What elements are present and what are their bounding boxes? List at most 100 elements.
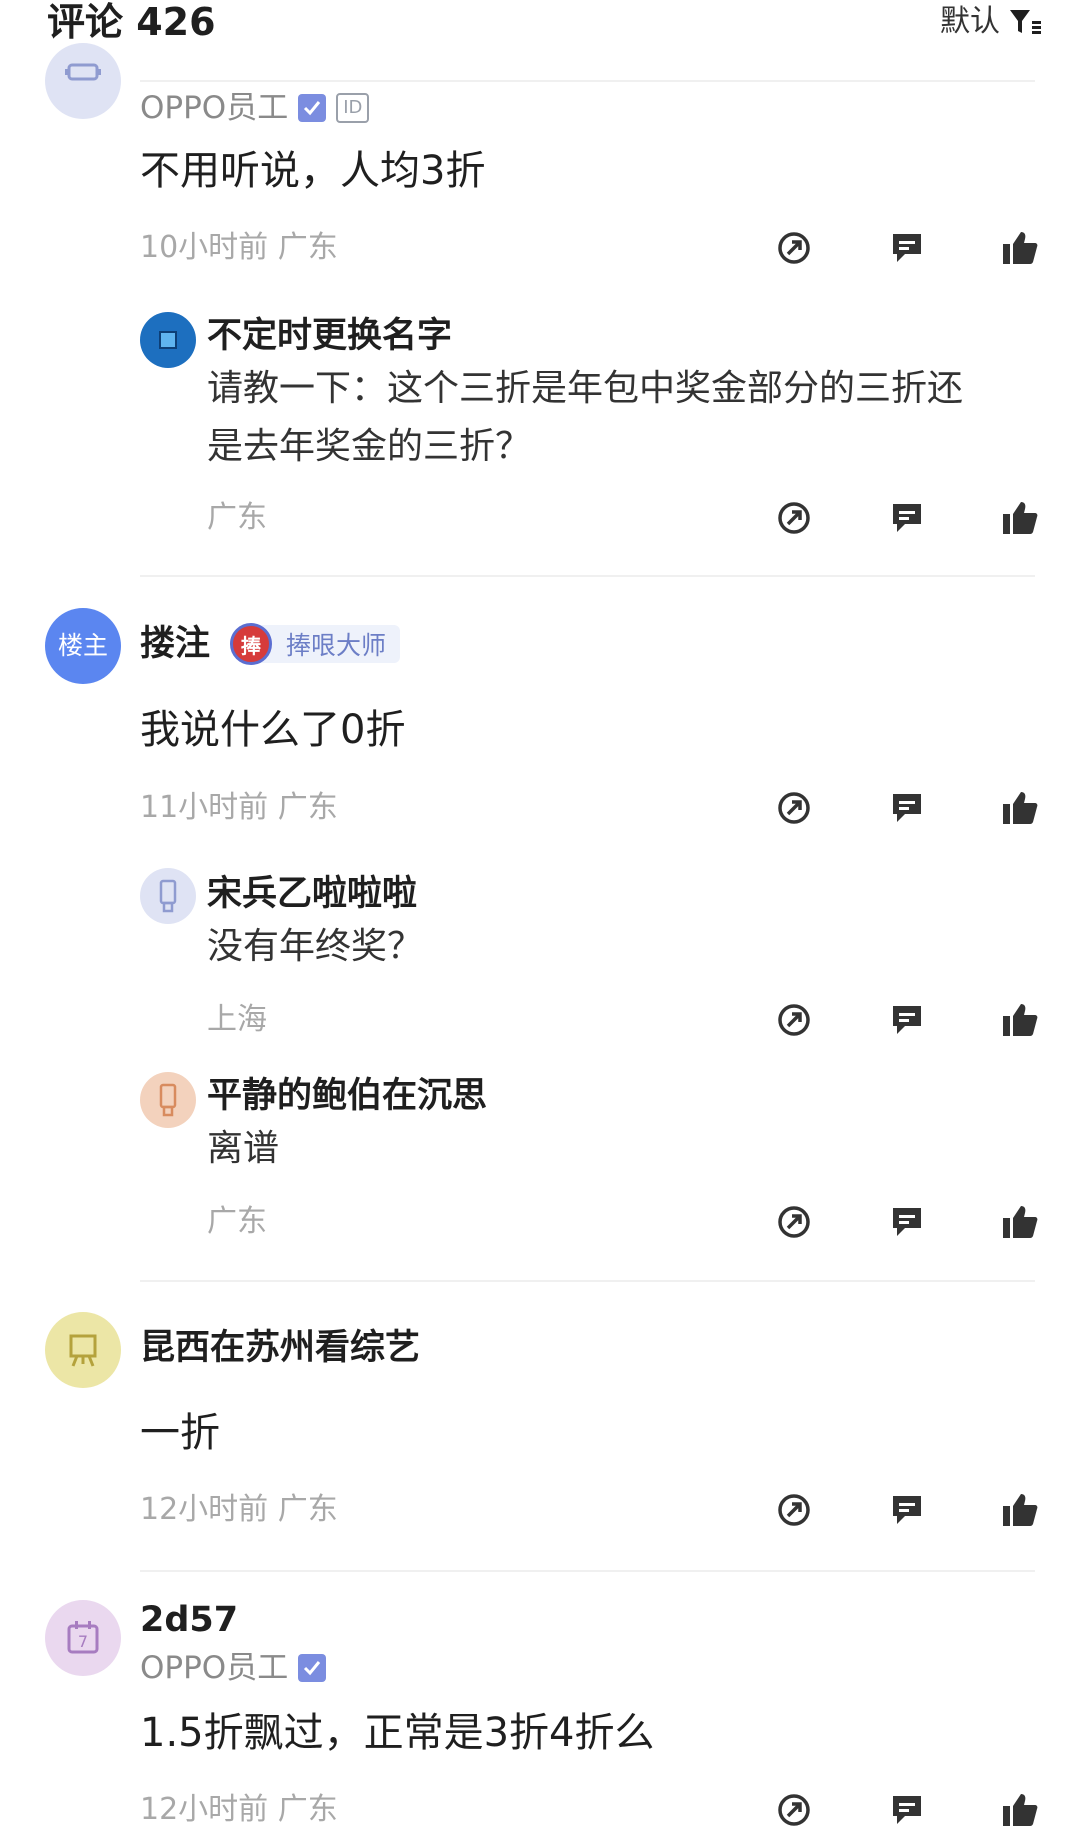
sort-button[interactable]: 默认 — [940, 2, 1042, 42]
like-button[interactable] — [998, 998, 1042, 1042]
reply-button[interactable] — [885, 1788, 929, 1832]
reply-meta: 广东 — [207, 500, 267, 535]
role-label: OPPO员工 — [140, 1650, 289, 1686]
verified-icon — [298, 94, 327, 122]
avatar-op[interactable]: 楼主 — [45, 608, 121, 684]
share-button[interactable] — [772, 1488, 816, 1532]
share-icon — [778, 1206, 810, 1238]
like-button[interactable] — [998, 226, 1042, 270]
easel-avatar-icon — [69, 1334, 97, 1367]
comment-username[interactable]: 2d57 — [140, 1598, 238, 1642]
reply-button[interactable] — [885, 1200, 929, 1244]
comment-actions — [772, 786, 1042, 830]
comment-meta: 12小时前 广东 — [140, 1492, 338, 1527]
reply-content: 请教一下：这个三折是年包中奖金部分的三折还 是去年奖金的三折？ — [207, 360, 1067, 476]
comment-meta: 11小时前 广东 — [140, 790, 338, 825]
usb-avatar-icon — [159, 879, 177, 913]
comment-role: OPPO员工 ID — [140, 88, 370, 128]
reply-icon — [893, 794, 921, 822]
share-button[interactable] — [772, 1788, 816, 1832]
calendar-avatar-icon: 7 — [67, 1621, 99, 1654]
divider — [140, 575, 1035, 577]
share-icon — [778, 232, 810, 264]
reply-content-line: 请教一下：这个三折是年包中奖金部分的三折还 — [207, 368, 964, 409]
reply-meta: 上海 — [207, 1002, 267, 1037]
reply-avatar[interactable] — [140, 868, 196, 924]
like-button[interactable] — [998, 1788, 1042, 1832]
divider — [140, 80, 1035, 82]
comment-actions — [772, 1488, 1042, 1532]
reply-icon — [893, 1496, 921, 1524]
reply-username[interactable]: 不定时更换名字 — [207, 314, 452, 358]
like-button[interactable] — [998, 496, 1042, 540]
reply-icon — [893, 1006, 921, 1034]
comment-meta: 10小时前 广东 — [140, 230, 338, 265]
reply-actions — [772, 496, 1042, 540]
calendar-day: 7 — [78, 1632, 88, 1651]
reply-icon — [893, 234, 921, 262]
avatar[interactable]: 7 — [45, 1600, 121, 1676]
reply-username[interactable]: 平静的鲍伯在沉思 — [207, 1074, 487, 1118]
reply-button[interactable] — [885, 998, 929, 1042]
share-icon — [778, 1004, 810, 1036]
comment-content: 我说什么了0折 — [140, 707, 406, 753]
like-icon — [1003, 232, 1038, 264]
like-icon — [1003, 1206, 1038, 1238]
like-button[interactable] — [998, 1488, 1042, 1532]
user-medal[interactable]: 捧 捧哏大师 — [230, 623, 401, 665]
reply-button[interactable] — [885, 226, 929, 270]
reply-content: 没有年终奖？ — [207, 926, 424, 967]
reply-content-line: 是去年奖金的三折？ — [207, 426, 532, 467]
reply-button[interactable] — [885, 496, 929, 540]
reply-meta: 广东 — [207, 1204, 267, 1239]
reply-button[interactable] — [885, 1488, 929, 1532]
reply-button[interactable] — [885, 786, 929, 830]
sort-label: 默认 — [940, 4, 1000, 39]
usb-avatar-icon — [159, 1083, 177, 1117]
like-icon — [1003, 1794, 1038, 1826]
share-button[interactable] — [772, 226, 816, 270]
comment-content: 不用听说，人均3折 — [140, 148, 486, 194]
comment-content: 1.5折飘过，正常是3折4折么 — [140, 1710, 655, 1756]
like-button[interactable] — [998, 1200, 1042, 1244]
like-icon — [1003, 1494, 1038, 1526]
share-button[interactable] — [772, 496, 816, 540]
comment-content: 一折 — [140, 1410, 220, 1456]
share-button[interactable] — [772, 1200, 816, 1244]
comment-actions — [772, 1788, 1042, 1832]
role-label: OPPO员工 — [140, 90, 289, 126]
share-icon — [778, 792, 810, 824]
comment-role: OPPO员工 — [140, 1648, 327, 1688]
like-icon — [1003, 502, 1038, 534]
divider — [140, 1570, 1035, 1572]
avatar[interactable] — [45, 1312, 121, 1388]
share-icon — [778, 1494, 810, 1526]
chip-avatar-icon — [159, 331, 177, 349]
comment-username[interactable]: 昆西在苏州看综艺 — [140, 1326, 420, 1370]
reply-content: 离谱 — [207, 1128, 280, 1169]
comment-username[interactable]: 搂注 — [140, 622, 210, 666]
avatar[interactable] — [45, 43, 121, 119]
share-button[interactable] — [772, 998, 816, 1042]
comment-actions — [772, 226, 1042, 270]
filter-sort-icon — [1010, 10, 1041, 34]
share-button[interactable] — [772, 786, 816, 830]
like-button[interactable] — [998, 786, 1042, 830]
reply-icon — [893, 504, 921, 532]
op-badge-text: 楼主 — [57, 631, 108, 660]
id-badge: ID — [336, 93, 370, 123]
robot-avatar-icon — [65, 63, 101, 81]
reply-icon — [893, 1208, 921, 1236]
comments-header: 评论 426 默认 — [0, 0, 1080, 55]
medal-label: 捧哏大师 — [286, 631, 387, 660]
share-icon — [778, 502, 810, 534]
like-icon — [1003, 792, 1038, 824]
reply-avatar[interactable] — [140, 1072, 196, 1128]
reply-actions — [772, 998, 1042, 1042]
reply-username[interactable]: 宋兵乙啦啦啦 — [207, 872, 417, 916]
share-icon — [778, 1794, 810, 1826]
reply-actions — [772, 1200, 1042, 1244]
comment-meta: 12小时前 广东 — [140, 1792, 338, 1827]
reply-avatar[interactable] — [140, 312, 196, 368]
medal-icon: 捧 — [230, 623, 272, 665]
